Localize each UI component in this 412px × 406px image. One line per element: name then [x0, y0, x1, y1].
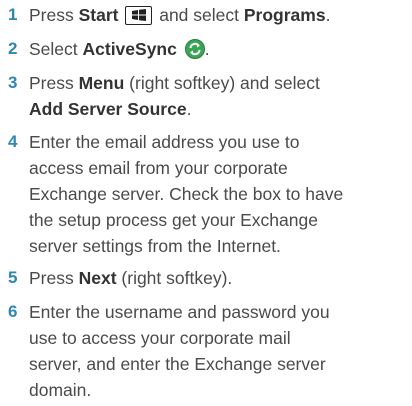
- step-text: Select ActiveSync .: [29, 39, 210, 59]
- activesync-label: ActiveSync: [82, 39, 177, 59]
- next-label: Next: [78, 268, 117, 288]
- step-number: 2: [8, 39, 18, 58]
- step-text: Press Menu (right softkey) and select Ad…: [29, 73, 320, 119]
- activesync-icon: [184, 39, 205, 59]
- step-number: 5: [8, 268, 18, 287]
- start-label: Start: [78, 5, 119, 25]
- step-text: Press Next (right softkey).: [29, 268, 233, 288]
- step-number: 3: [8, 73, 18, 92]
- step-text: Enter the username and password you use …: [29, 302, 330, 400]
- step-number: 1: [8, 5, 18, 24]
- step-text: Enter the email address you use to acces…: [29, 132, 344, 256]
- step-text: Press Start and select Programs.: [29, 5, 331, 25]
- step-number: 4: [8, 132, 18, 151]
- add-server-source-label: Add Server Source: [29, 99, 187, 119]
- menu-label: Menu: [78, 73, 125, 93]
- windows-start-key-icon: [125, 6, 153, 25]
- programs-label: Programs: [243, 5, 326, 25]
- step-number: 6: [8, 302, 18, 321]
